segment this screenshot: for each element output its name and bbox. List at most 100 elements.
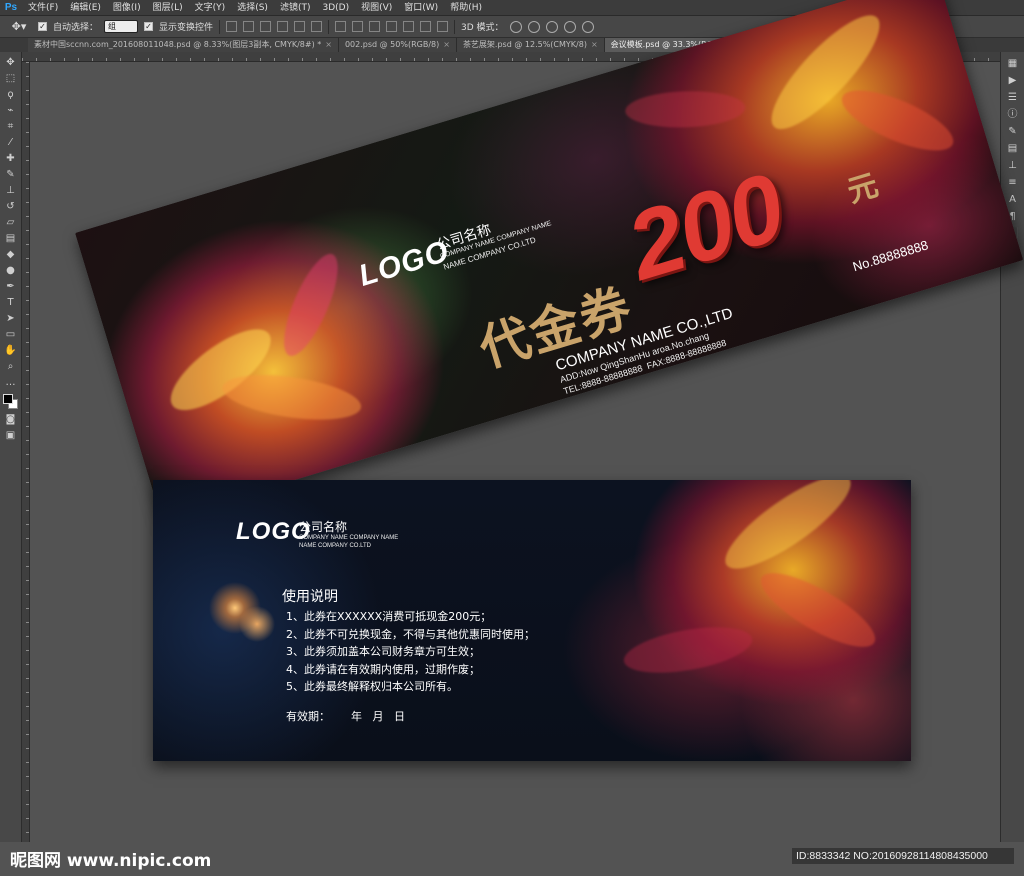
- menu-help[interactable]: 帮助(H): [444, 0, 488, 16]
- voucher-back-artwork: LOGO 公司名称 COMPANY NAME COMPANY NAME NAME…: [153, 480, 911, 761]
- menu-edit[interactable]: 编辑(E): [64, 0, 107, 16]
- auto-select-checkbox[interactable]: ✓: [38, 22, 47, 31]
- usage-rule: 5、此券最终解释权归本公司所有。: [286, 680, 458, 693]
- usage-instructions-heading: 使用说明: [282, 589, 338, 605]
- brush-tool-icon[interactable]: ✎: [3, 168, 19, 181]
- usage-rules-list: 1、此券在XXXXXX消费可抵现金200元； 2、此券不可兑换现金，不得与其他优…: [286, 608, 535, 696]
- flower-petal: [273, 247, 349, 363]
- color-swatches[interactable]: [2, 394, 19, 410]
- menu-view[interactable]: 视图(V): [355, 0, 398, 16]
- 3d-roll-icon[interactable]: [527, 20, 540, 33]
- actions-panel-icon[interactable]: ▶: [1006, 75, 1020, 87]
- brush-presets-icon[interactable]: ▤: [1006, 143, 1020, 155]
- shape-tool-icon[interactable]: ▭: [3, 328, 19, 341]
- properties-panel-icon[interactable]: ☰: [1006, 92, 1020, 104]
- menu-3d[interactable]: 3D(D): [316, 0, 355, 16]
- healing-brush-tool-icon[interactable]: ✚: [3, 152, 19, 165]
- close-icon[interactable]: ×: [591, 40, 598, 49]
- voucher-back-company-en-line1: COMPANY NAME COMPANY NAME: [299, 535, 399, 541]
- more-tools-icon[interactable]: …: [3, 376, 19, 389]
- distribute-bottom-icon[interactable]: [369, 21, 381, 32]
- align-bottom-icon[interactable]: [260, 21, 272, 32]
- menu-layer[interactable]: 图层(L): [147, 0, 189, 16]
- menu-file[interactable]: 文件(F): [22, 0, 64, 16]
- quick-mask-icon[interactable]: ◙: [3, 413, 19, 426]
- 3d-mode-label: 3D 模式：: [461, 23, 504, 33]
- crop-tool-icon[interactable]: ⌗: [3, 120, 19, 133]
- tools-panel: ✥ ⬚ ϙ ⌁ ⌗ ⁄ ✚ ✎ ⊥ ↺ ▱ ▤ ◆ ● ✒ T ➤ ▭ ✋ ⌕ …: [0, 52, 22, 842]
- 3d-scale-icon[interactable]: [581, 20, 594, 33]
- menu-select[interactable]: 选择(S): [231, 0, 274, 16]
- distribute-vcenter-icon[interactable]: [352, 21, 364, 32]
- flower-petal: [620, 619, 756, 681]
- flower-petal: [219, 367, 364, 428]
- distribute-top-icon[interactable]: [335, 21, 347, 32]
- separator: [328, 19, 330, 34]
- voucher-back-company-en-line2: NAME COMPANY CO.LTD: [299, 543, 372, 549]
- zoom-tool-icon[interactable]: ⌕: [3, 360, 19, 373]
- dodge-tool-icon[interactable]: ●: [3, 264, 19, 277]
- history-panel-icon[interactable]: ▦: [1006, 58, 1020, 70]
- close-icon[interactable]: ×: [325, 40, 332, 49]
- usage-rule: 2、此券不可兑换现金，不得与其他优惠同时使用；: [286, 627, 535, 641]
- path-select-tool-icon[interactable]: ➤: [3, 312, 19, 325]
- pen-tool-icon[interactable]: ✒: [3, 280, 19, 293]
- quick-select-tool-icon[interactable]: ⌁: [3, 104, 19, 117]
- align-top-icon[interactable]: [226, 21, 238, 32]
- marquee-tool-icon[interactable]: ⬚: [3, 72, 19, 85]
- move-tool-icon[interactable]: ✥: [3, 56, 19, 69]
- close-icon[interactable]: ×: [443, 40, 450, 49]
- tab-document-3[interactable]: 茶艺展架.psd @ 12.5%(CMYK/8) ×: [456, 38, 605, 52]
- separator: [219, 19, 221, 34]
- screen-mode-icon[interactable]: ▣: [3, 429, 19, 442]
- vertical-ruler[interactable]: [22, 62, 30, 842]
- align-hcenter-icon[interactable]: [294, 21, 306, 32]
- clone-stamp-tool-icon[interactable]: ⊥: [3, 184, 19, 197]
- character-panel-icon[interactable]: A: [1006, 194, 1020, 206]
- flower-petal: [624, 89, 746, 130]
- menu-window[interactable]: 窗口(W): [398, 0, 444, 16]
- auto-select-dropdown[interactable]: 组: [104, 20, 139, 33]
- eyedropper-tool-icon[interactable]: ⁄: [3, 136, 19, 149]
- distribute-hcenter-icon[interactable]: [403, 21, 415, 32]
- 3d-pan-icon[interactable]: [545, 20, 558, 33]
- flower-petal: [834, 78, 961, 163]
- show-transform-checkbox[interactable]: ✓: [144, 22, 154, 31]
- history-brush-tool-icon[interactable]: ↺: [3, 200, 19, 213]
- validity-period: 有效期： 年 月 日: [286, 710, 405, 723]
- move-tool-preset-icon[interactable]: ✥▾: [6, 19, 32, 35]
- 3d-rotate-icon[interactable]: [509, 20, 522, 33]
- auto-select-label: 自动选择：: [53, 23, 99, 33]
- tab-label: 素材中国sccnn.com_201608011048.psd @ 8.33%(图…: [34, 40, 322, 49]
- blur-tool-icon[interactable]: ◆: [3, 248, 19, 261]
- panel-dock: ▦ ▶ ☰ ⓘ ✎ ▤ ⊥ ≡ A ¶ ⬛: [1000, 52, 1024, 842]
- hand-tool-icon[interactable]: ✋: [3, 344, 19, 357]
- auto-align-icon[interactable]: [437, 21, 449, 32]
- voucher-currency-unit: 元: [843, 167, 883, 210]
- align-vcenter-icon[interactable]: [243, 21, 255, 32]
- photoshop-logo-icon[interactable]: Ps: [0, 0, 22, 16]
- menu-filter[interactable]: 滤镜(T): [274, 0, 317, 16]
- tab-document-2[interactable]: 002.psd @ 50%(RGB/8) ×: [338, 38, 457, 52]
- 3d-slide-icon[interactable]: [563, 20, 576, 33]
- align-right-icon[interactable]: [311, 21, 323, 32]
- adjust-panel-icon[interactable]: ≡: [1006, 177, 1020, 189]
- info-panel-icon[interactable]: ⓘ: [1006, 109, 1020, 121]
- menu-image[interactable]: 图像(I): [107, 0, 147, 16]
- brush-panel-icon[interactable]: ✎: [1006, 126, 1020, 138]
- usage-rule: 3、此券须加盖本公司财务章方可生效；: [286, 645, 480, 658]
- tab-document-1[interactable]: 素材中国sccnn.com_201608011048.psd @ 8.33%(图…: [28, 38, 339, 52]
- show-transform-label: 显示变换控件: [159, 23, 214, 33]
- clone-source-icon[interactable]: ⊥: [1006, 160, 1020, 172]
- foreground-color-swatch[interactable]: [2, 394, 13, 404]
- distribute-right-icon[interactable]: [420, 21, 432, 32]
- image-id-watermark: ID:8833342 NO:20160928114808435000: [792, 848, 1014, 864]
- gradient-tool-icon[interactable]: ▤: [3, 232, 19, 245]
- eraser-tool-icon[interactable]: ▱: [3, 216, 19, 229]
- distribute-left-icon[interactable]: [386, 21, 398, 32]
- menu-type[interactable]: 文字(Y): [189, 0, 232, 16]
- type-tool-icon[interactable]: T: [3, 296, 19, 309]
- align-left-icon[interactable]: [277, 21, 289, 32]
- voucher-serial-number: No.88888888: [850, 237, 930, 275]
- lasso-tool-icon[interactable]: ϙ: [3, 88, 19, 101]
